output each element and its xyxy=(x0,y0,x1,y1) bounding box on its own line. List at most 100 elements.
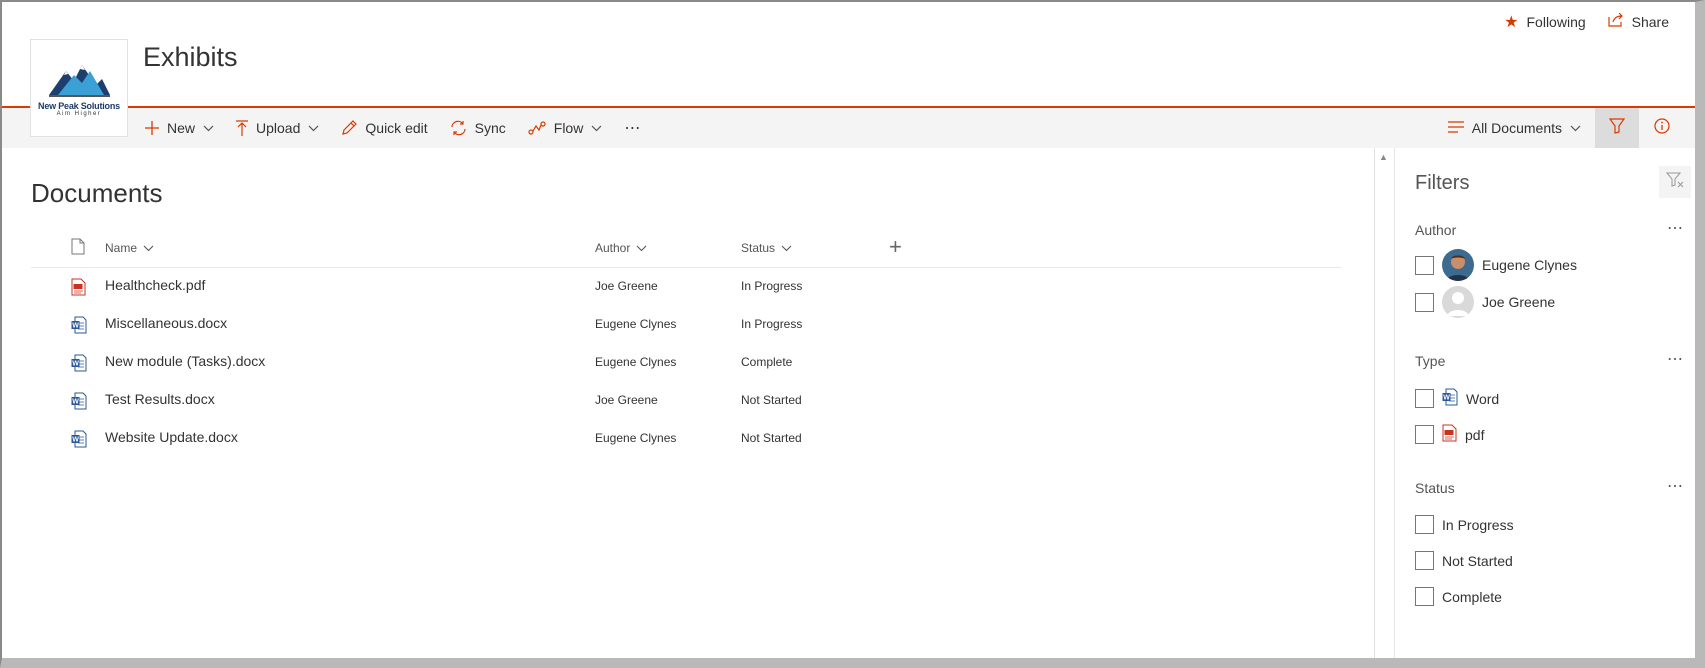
command-bar: New Upload Quick edit Sync Flow ⋯ All Do… xyxy=(2,108,1695,148)
checkbox[interactable] xyxy=(1415,255,1434,275)
word-file-icon: W xyxy=(71,392,87,413)
pdf-file-icon xyxy=(71,278,86,299)
chevron-down-icon xyxy=(636,245,647,252)
more-commands-button[interactable]: ⋯ xyxy=(624,118,640,138)
filter-option-eugene-clynes[interactable]: Eugene Clynes xyxy=(1415,249,1577,281)
filters-title: Filters xyxy=(1415,172,1470,194)
scroll-up-arrow-icon[interactable]: ▲ xyxy=(1379,152,1388,162)
flow-button[interactable]: Flow xyxy=(528,120,603,136)
checkbox[interactable] xyxy=(1415,425,1434,444)
svg-text:W: W xyxy=(72,399,79,406)
file-type-column-icon[interactable] xyxy=(71,238,85,255)
author-filter-heading: Author xyxy=(1415,222,1457,238)
file-author: Joe Greene xyxy=(595,279,658,293)
plus-icon xyxy=(145,121,159,135)
file-status: Not Started xyxy=(741,393,802,407)
file-status: Complete xyxy=(741,355,793,369)
pencil-icon xyxy=(341,120,358,136)
share-icon xyxy=(1608,12,1624,32)
chevron-down-icon xyxy=(1570,125,1581,132)
top-actions: ★ Following Share xyxy=(1504,12,1669,32)
name-column-header[interactable]: Name xyxy=(105,241,154,255)
filter-icon xyxy=(1608,117,1626,139)
quick-edit-label: Quick edit xyxy=(365,120,428,136)
clear-filters-button[interactable] xyxy=(1659,166,1691,198)
word-file-icon: W xyxy=(71,354,87,375)
checkbox[interactable] xyxy=(1415,515,1434,534)
new-label: New xyxy=(167,120,196,136)
share-label: Share xyxy=(1631,14,1669,30)
filter-option-in-progress[interactable]: In Progress xyxy=(1415,515,1514,534)
filter-option-joe-greene[interactable]: Joe Greene xyxy=(1415,286,1555,318)
site-header: New Peak Solutions Aim Higher Exhibits ★… xyxy=(2,2,1695,137)
file-author: Eugene Clynes xyxy=(595,431,677,445)
share-button[interactable]: Share xyxy=(1608,12,1669,32)
file-name[interactable]: Healthcheck.pdf xyxy=(105,277,205,293)
svg-text:W: W xyxy=(72,361,79,368)
file-name[interactable]: Miscellaneous.docx xyxy=(105,315,227,331)
file-name[interactable]: Website Update.docx xyxy=(105,429,238,445)
author-filter-more-button[interactable]: ⋯ xyxy=(1667,218,1684,238)
svg-text:W: W xyxy=(72,323,79,330)
status-filter-more-button[interactable]: ⋯ xyxy=(1667,476,1684,496)
info-button[interactable] xyxy=(1639,108,1685,148)
checkbox[interactable] xyxy=(1415,292,1434,312)
new-button[interactable]: New xyxy=(145,120,214,136)
filter-option-label: Not Started xyxy=(1442,552,1513,569)
file-status: In Progress xyxy=(741,279,803,293)
logo-tagline: Aim Higher xyxy=(56,111,102,117)
filter-option-label: pdf xyxy=(1465,426,1485,443)
svg-text:W: W xyxy=(72,437,79,444)
table-row[interactable]: Healthcheck.pdf Joe Greene In Progress xyxy=(31,268,1341,306)
quick-edit-button[interactable]: Quick edit xyxy=(341,120,428,136)
command-bar-left: New Upload Quick edit Sync Flow ⋯ xyxy=(145,108,640,148)
view-selector[interactable]: All Documents xyxy=(1434,120,1595,136)
flow-icon xyxy=(528,121,546,135)
word-file-icon: W xyxy=(1442,388,1458,409)
name-column-label: Name xyxy=(105,241,138,255)
avatar xyxy=(1442,249,1474,281)
upload-icon xyxy=(236,120,249,136)
filter-option-complete[interactable]: Complete xyxy=(1415,587,1502,606)
chevron-down-icon xyxy=(308,125,319,132)
table-row[interactable]: W Website Update.docx Eugene Clynes Not … xyxy=(31,420,1341,458)
file-name[interactable]: Test Results.docx xyxy=(105,391,215,407)
filter-option-word[interactable]: W Word xyxy=(1415,388,1499,409)
avatar xyxy=(1442,286,1474,318)
file-name[interactable]: New module (Tasks).docx xyxy=(105,353,265,369)
table-row[interactable]: W Test Results.docx Joe Greene Not Start… xyxy=(31,382,1341,420)
site-logo[interactable]: New Peak Solutions Aim Higher xyxy=(30,39,128,137)
info-icon xyxy=(1654,117,1670,139)
author-column-header[interactable]: Author xyxy=(595,241,647,255)
checkbox[interactable] xyxy=(1415,587,1434,606)
file-author: Eugene Clynes xyxy=(595,317,677,331)
following-label: Following xyxy=(1526,14,1586,30)
following-button[interactable]: ★ Following xyxy=(1504,12,1585,32)
chevron-down-icon xyxy=(591,125,602,132)
more-label: ⋯ xyxy=(624,120,641,137)
command-bar-right: All Documents xyxy=(1434,108,1685,148)
upload-button[interactable]: Upload xyxy=(236,120,319,136)
site-title[interactable]: Exhibits xyxy=(143,42,238,73)
library-scrollbar[interactable]: ▲ xyxy=(1375,148,1395,658)
filter-option-not-started[interactable]: Not Started xyxy=(1415,551,1513,570)
filter-option-label: Joe Greene xyxy=(1482,294,1556,310)
file-author: Eugene Clynes xyxy=(595,355,677,369)
table-row[interactable]: W New module (Tasks).docx Eugene Clynes … xyxy=(31,344,1341,382)
checkbox[interactable] xyxy=(1415,551,1434,570)
status-column-label: Status xyxy=(741,241,776,255)
status-column-header[interactable]: Status xyxy=(741,241,792,255)
sharepoint-window: New Peak Solutions Aim Higher Exhibits ★… xyxy=(0,0,1705,668)
checkbox[interactable] xyxy=(1415,389,1434,408)
view-label: All Documents xyxy=(1471,120,1562,136)
filter-option-pdf[interactable]: pdf xyxy=(1415,424,1484,445)
type-filter-more-button[interactable]: ⋯ xyxy=(1667,349,1684,369)
add-column-button[interactable]: + xyxy=(889,234,902,260)
chevron-down-icon xyxy=(781,245,792,252)
sync-button[interactable]: Sync xyxy=(450,120,506,136)
star-icon: ★ xyxy=(1504,14,1519,31)
filter-pane-button[interactable] xyxy=(1595,108,1639,148)
author-column-label: Author xyxy=(595,241,631,255)
table-row[interactable]: W Miscellaneous.docx Eugene Clynes In Pr… xyxy=(31,306,1341,344)
file-status: Not Started xyxy=(741,431,802,445)
